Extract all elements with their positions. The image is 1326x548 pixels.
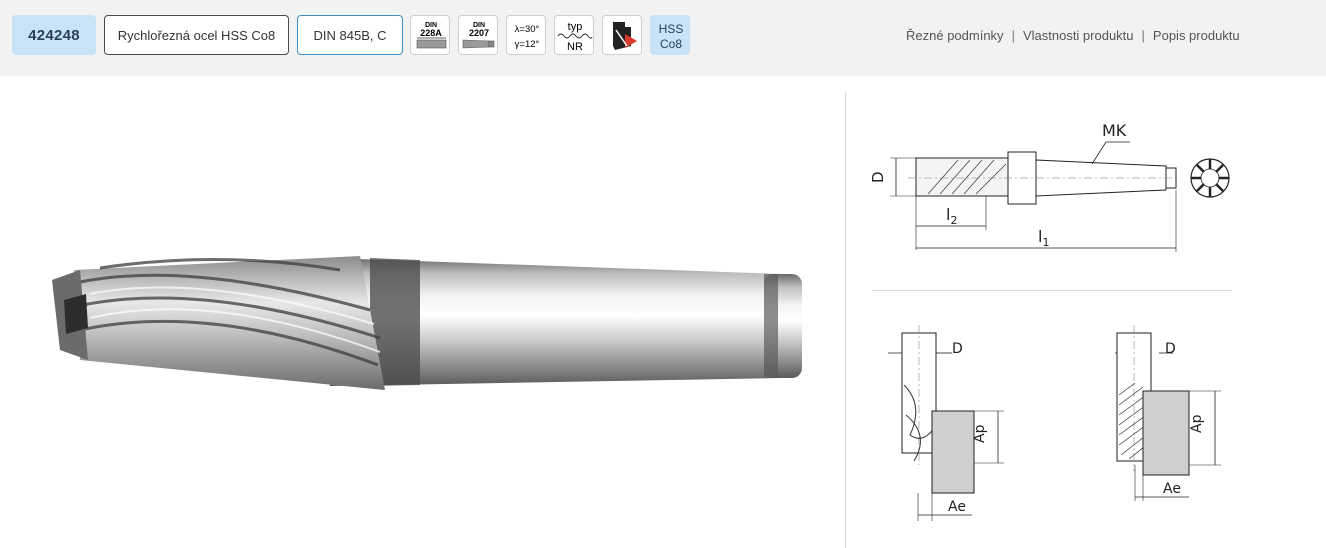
cutter-type-label-top: typ: [568, 21, 583, 33]
nav-separator: |: [1141, 28, 1145, 43]
co8-label: Co8: [660, 37, 682, 51]
standard-tag[interactable]: DIN 845B, C: [297, 15, 403, 55]
din-228a-icon[interactable]: DIN 228A: [410, 15, 450, 55]
label-ap-right: Ap: [1189, 414, 1205, 433]
material-tag[interactable]: Rychlořezná ocel HSS Co8: [104, 15, 289, 55]
label-mk: MK: [1102, 121, 1127, 140]
hss-label: HSS: [659, 22, 684, 36]
label-l2: l2: [946, 205, 957, 227]
label-d-right: D: [1165, 341, 1176, 357]
label-d-main: D: [869, 171, 887, 183]
product-photo: [52, 256, 802, 390]
dimension-drawing: MK D l2 l1: [869, 121, 1230, 252]
vertical-divider: [845, 92, 846, 548]
horizontal-divider: [872, 290, 1232, 291]
nav-cutting-conditions-link[interactable]: Řezné podmínky: [906, 28, 1004, 43]
cutting-depth-drawing-right: D Ap Ae: [1115, 325, 1221, 501]
label-d-left: D: [952, 341, 963, 357]
cutter-type-label-bottom: NR: [567, 41, 583, 53]
label-l1: l1: [1038, 227, 1049, 249]
product-section-nav: Řezné podmínky | Vlastnosti produktu | Popis…: [906, 28, 1240, 43]
cutting-depth-drawing-left: D Ap Ae: [888, 325, 1004, 521]
label-ae-left: Ae: [948, 499, 966, 515]
machining-mode-icon[interactable]: [602, 15, 642, 55]
product-header-bar: 424248 Rychlořezná ocel HSS Co8 DIN 845B…: [0, 0, 1326, 76]
lambda-angle-label: λ=30°: [515, 24, 540, 35]
hss-co8-badge[interactable]: HSS Co8: [650, 15, 690, 55]
gamma-angle-label: γ=12°: [515, 39, 540, 50]
helix-angle-icon[interactable]: λ=30° γ=12°: [506, 15, 546, 55]
nav-separator: |: [1011, 28, 1015, 43]
label-ae-right: Ae: [1163, 481, 1181, 497]
cutter-type-icon[interactable]: typ NR: [554, 15, 594, 55]
product-code-badge: 424248: [12, 15, 96, 55]
nav-product-properties-link[interactable]: Vlastnosti produktu: [1023, 28, 1134, 43]
din-228a-label-bottom: 228A: [420, 28, 442, 38]
din-2207-icon[interactable]: DIN 2207: [458, 15, 498, 55]
label-ap-left: Ap: [972, 424, 988, 443]
din-2207-label-bottom: 2207: [469, 28, 489, 38]
nav-product-description-link[interactable]: Popis produktu: [1153, 28, 1240, 43]
